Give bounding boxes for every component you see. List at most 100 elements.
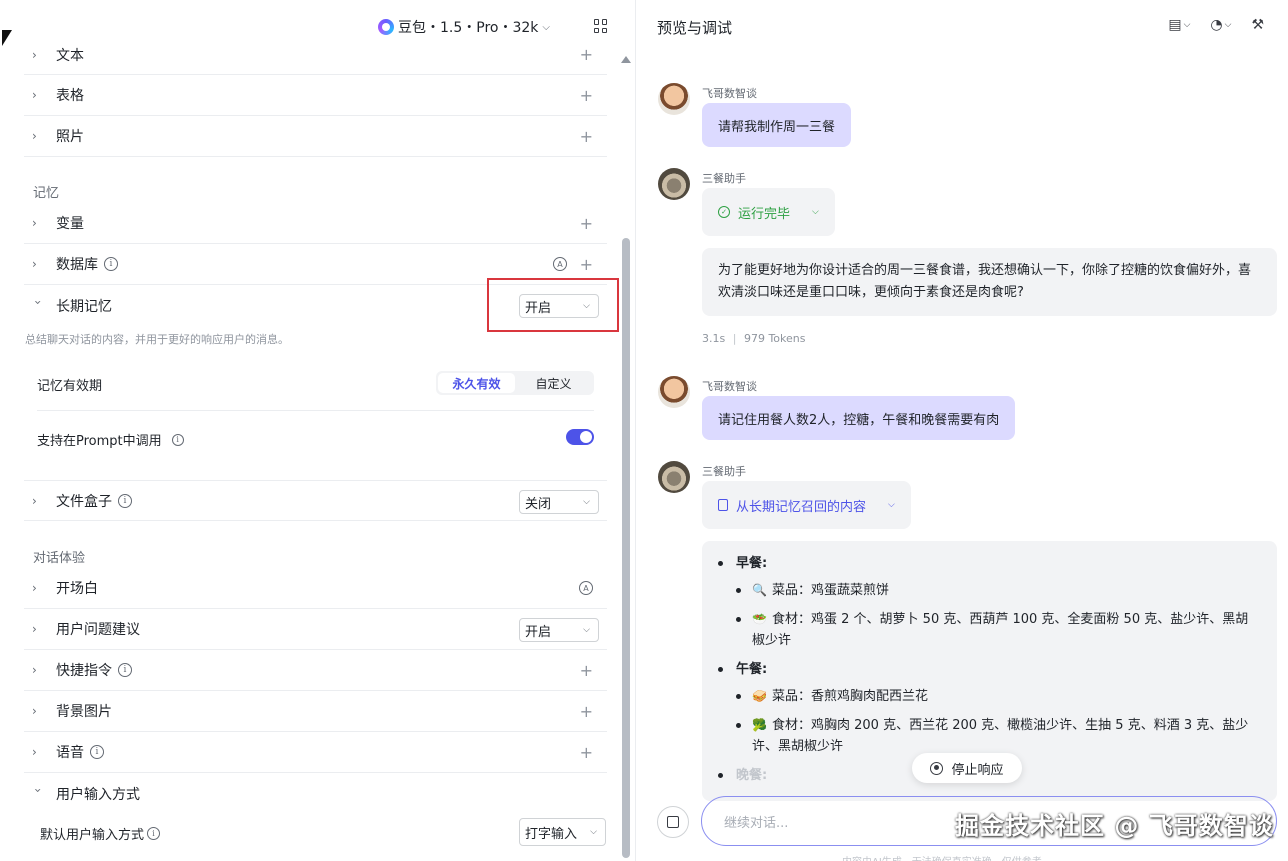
chevron-right-icon: › — [32, 622, 37, 636]
stop-response-button[interactable]: 停止响应 — [912, 753, 1022, 783]
memory-validity-label: 记忆有效期 — [37, 379, 103, 394]
prompt-call-row: 支持在Prompt中调用 i — [37, 430, 184, 449]
info-icon[interactable]: i — [147, 827, 161, 840]
default-input-label: 默认用户输入方式 — [40, 828, 145, 843]
section-label: 文本 — [56, 47, 84, 64]
voice-settings-button[interactable]: ◔ ⌵ — [1210, 17, 1231, 33]
debug-log-button[interactable]: ▤ ⌵ — [1168, 17, 1190, 33]
meal-heading: 早餐: — [718, 553, 1261, 574]
memory-recall-chip[interactable]: 从长期记忆召回的内容 ⌵ — [702, 481, 911, 529]
validity-permanent-option[interactable]: 永久有效 — [438, 373, 515, 393]
select-value: 关闭 — [525, 496, 552, 512]
info-icon[interactable]: i — [118, 663, 132, 677]
sandwich-emoji-icon: 🥪 — [752, 689, 767, 703]
response-time: 3.1s — [702, 332, 726, 345]
bot-config-panel: 豆包・1.5・Pro・32k ⌵ › 文本 + › 表格 + › 照片 + 记忆… — [0, 0, 636, 861]
suggestions-row[interactable]: › 用户问题建议 开启 ⌵ — [24, 609, 607, 650]
file-box-select[interactable]: 关闭 ⌵ — [519, 490, 599, 514]
run-status-label: 运行完毕 — [738, 206, 791, 222]
ingredient-text: 食材：鸡蛋 2 个、胡萝卜 50 克、西葫芦 100 克、全麦面粉 50 克、盐… — [752, 612, 1249, 648]
shortcuts-row[interactable]: › 快捷指令 i + — [24, 650, 607, 691]
add-icon[interactable]: + — [580, 127, 593, 146]
chevron-down-icon: ⌵ — [583, 625, 590, 635]
chevron-down-icon: › — [31, 299, 45, 305]
prompt-call-switch[interactable] — [566, 429, 594, 445]
chevron-right-icon: › — [32, 663, 37, 677]
run-status-chip[interactable]: ✓ 运行完毕 ⌵ — [702, 188, 835, 236]
chevron-down-icon: ⌵ — [583, 497, 590, 507]
list-item: 🥦 食材：鸡胸肉 200 克、西兰花 200 克、橄榄油少许、生抽 5 克、料酒 … — [718, 715, 1261, 757]
prompt-call-label: 支持在Prompt中调用 — [37, 434, 162, 449]
suggestions-label: 用户问题建议 — [56, 622, 140, 638]
section-label: 照片 — [56, 129, 84, 145]
file-box-row[interactable]: › 文件盒子 i 关闭 ⌵ — [24, 480, 607, 521]
default-input-row: 默认用户输入方式 i — [40, 824, 161, 843]
layout-grid-icon[interactable] — [594, 19, 608, 33]
list-item: 🥗 食材：鸡蛋 2 个、胡萝卜 50 克、西葫芦 100 克、全麦面粉 50 克、… — [718, 609, 1261, 651]
chevron-down-icon: ⌵ — [1224, 20, 1232, 30]
sender-name: 三餐助手 — [702, 465, 746, 478]
tools-button[interactable]: ⚒ — [1251, 17, 1264, 33]
database-label: 数据库 — [56, 257, 98, 273]
avatar — [658, 168, 690, 200]
auto-icon: A — [579, 581, 593, 595]
avatar — [658, 461, 690, 493]
scrollbar-thumb[interactable] — [622, 238, 630, 858]
sender-name: 飞哥数智谈 — [702, 380, 757, 393]
opening-row[interactable]: › 开场白 A — [24, 568, 607, 609]
sender-name: 飞哥数智谈 — [702, 87, 757, 100]
info-icon[interactable]: i — [104, 257, 118, 271]
section-row-text[interactable]: › 文本 + — [24, 35, 607, 75]
watermark: 掘金技术社区 @ 飞哥数智谈 — [955, 812, 1274, 840]
variables-row[interactable]: › 变量 + — [24, 203, 607, 244]
page-title: 预览与调试 — [657, 19, 733, 37]
default-input-select[interactable]: 打字输入 ⌵ — [519, 818, 606, 846]
voice-row[interactable]: › 语音 i + — [24, 732, 607, 773]
validity-custom-option[interactable]: 自定义 — [515, 373, 592, 393]
magnifier-emoji-icon: 🔍 — [752, 583, 767, 597]
section-row-photo[interactable]: › 照片 + — [24, 116, 607, 157]
annotation-highlight-box — [487, 278, 619, 332]
input-method-row[interactable]: › 用户输入方式 — [24, 773, 607, 814]
chevron-right-icon: › — [32, 129, 37, 143]
info-icon[interactable]: i — [118, 493, 132, 508]
stop-icon — [930, 761, 944, 775]
memory-validity-toggle[interactable]: 永久有效 自定义 — [436, 371, 594, 395]
add-icon[interactable]: + — [580, 255, 593, 274]
ear-icon: ◔ — [1210, 17, 1223, 33]
add-icon[interactable]: + — [580, 45, 593, 64]
chevron-right-icon: › — [32, 88, 37, 102]
model-name: 豆包・1.5・Pro・32k — [398, 20, 539, 36]
auto-icon: A — [553, 257, 567, 271]
meal-heading: 午餐: — [718, 659, 1261, 680]
broom-icon — [667, 816, 679, 828]
add-icon[interactable]: + — [580, 661, 593, 680]
document-icon — [718, 499, 728, 511]
add-icon[interactable]: + — [580, 743, 593, 762]
salad-emoji-icon: 🥗 — [752, 612, 767, 626]
info-icon[interactable]: i — [90, 745, 104, 759]
variables-label: 变量 — [56, 216, 84, 232]
clear-context-button[interactable] — [657, 806, 689, 838]
scroll-up-arrow-icon[interactable] — [621, 56, 631, 63]
preview-toolbar: ▤ ⌵ ◔ ⌵ ⚒ — [1168, 17, 1264, 33]
suggestions-select[interactable]: 开启 ⌵ — [519, 618, 599, 642]
select-value: 开启 — [525, 624, 552, 640]
info-icon[interactable]: i — [171, 433, 184, 446]
bot-message: 为了能更好地为你设计适合的周一三餐食谱，我还想确认一下，你除了控糖的饮食偏好外，… — [702, 248, 1277, 316]
add-icon[interactable]: + — [580, 702, 593, 721]
chevron-right-icon: › — [32, 704, 37, 718]
chevron-down-icon: ⌵ — [812, 207, 819, 217]
section-row-table[interactable]: › 表格 + — [24, 75, 607, 116]
dialog-section-title: 对话体验 — [33, 551, 86, 566]
chevron-right-icon: › — [32, 745, 37, 759]
dish-text: 菜品：鸡蛋蔬菜煎饼 — [772, 583, 890, 598]
divider — [37, 410, 594, 411]
chevron-right-icon: › — [32, 216, 37, 230]
scrollbar[interactable] — [620, 56, 632, 861]
add-icon[interactable]: + — [580, 86, 593, 105]
sender-name: 三餐助手 — [702, 172, 746, 185]
add-icon[interactable]: + — [580, 214, 593, 233]
background-row[interactable]: › 背景图片 + — [24, 691, 607, 732]
section-label: 表格 — [56, 88, 84, 104]
